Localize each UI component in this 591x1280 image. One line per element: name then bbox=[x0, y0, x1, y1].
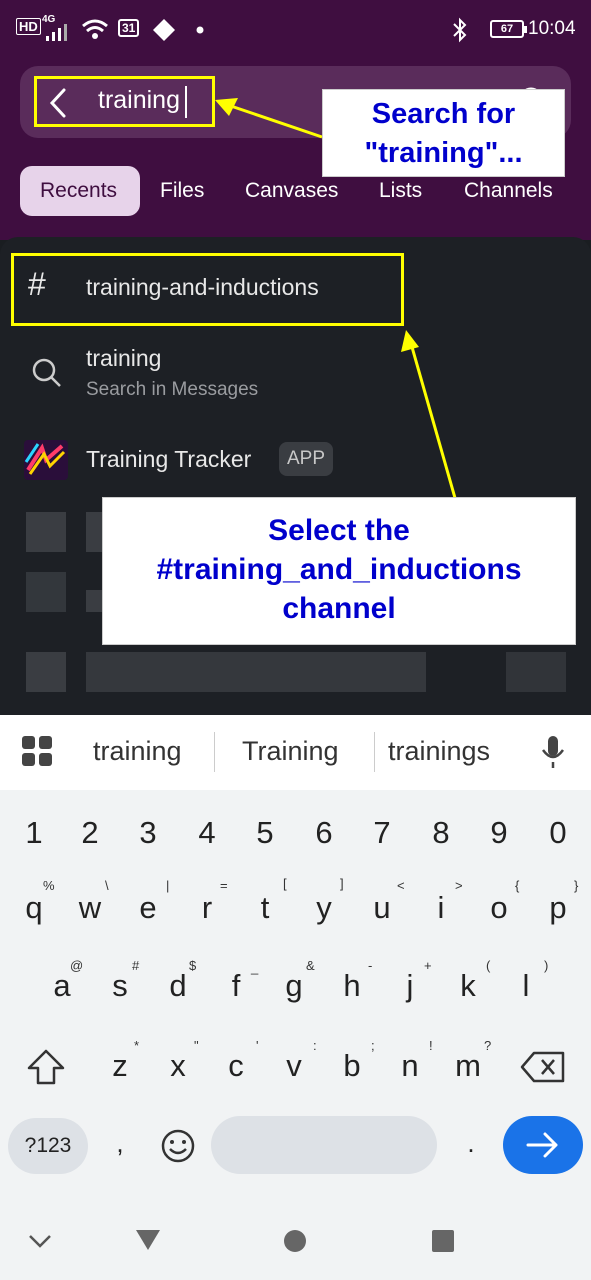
key-c[interactable]: c bbox=[210, 1036, 262, 1096]
search-callout: Search for "training"... bbox=[322, 89, 565, 177]
key-j-alt: + bbox=[424, 958, 432, 973]
suggestion-2[interactable]: Training bbox=[242, 736, 339, 767]
key-0[interactable]: 0 bbox=[532, 803, 584, 863]
key-h-alt: - bbox=[368, 958, 373, 973]
key-t-alt: [ bbox=[283, 876, 287, 891]
suggestion-divider bbox=[374, 732, 375, 772]
space-bar[interactable] bbox=[211, 1116, 437, 1174]
key-z-alt: * bbox=[134, 1038, 140, 1053]
backspace-icon[interactable] bbox=[520, 1050, 566, 1084]
apps-grid-icon[interactable] bbox=[22, 736, 54, 768]
emoji-icon[interactable] bbox=[160, 1128, 196, 1164]
key-y-alt: ] bbox=[340, 876, 344, 891]
key-o-alt: { bbox=[515, 878, 520, 893]
key-k-alt: ( bbox=[486, 958, 491, 973]
key-r-alt: = bbox=[220, 878, 228, 893]
key-w-alt: \ bbox=[105, 878, 109, 893]
home-nav-icon[interactable] bbox=[282, 1228, 308, 1254]
key-6[interactable]: 6 bbox=[298, 803, 350, 863]
key-e-alt: | bbox=[166, 878, 170, 893]
key-5[interactable]: 5 bbox=[239, 803, 291, 863]
key-9[interactable]: 9 bbox=[473, 803, 525, 863]
key-4[interactable]: 4 bbox=[181, 803, 233, 863]
key-b-alt: ; bbox=[371, 1038, 375, 1053]
key-v-alt: : bbox=[313, 1038, 317, 1053]
suggestion-divider bbox=[214, 732, 215, 772]
key-f-alt: _ bbox=[251, 960, 259, 975]
arrow-right-icon bbox=[526, 1132, 558, 1158]
shift-icon[interactable] bbox=[26, 1048, 66, 1086]
key-c-alt: ' bbox=[256, 1038, 259, 1053]
hide-keyboard-icon[interactable] bbox=[28, 1232, 52, 1250]
key-n-alt: ! bbox=[429, 1038, 433, 1053]
key-d-alt: $ bbox=[189, 958, 197, 973]
key-q-alt: % bbox=[43, 878, 55, 893]
key-2[interactable]: 2 bbox=[64, 803, 116, 863]
key-3[interactable]: 3 bbox=[122, 803, 174, 863]
suggestion-1[interactable]: training bbox=[93, 736, 182, 767]
back-nav-icon[interactable] bbox=[134, 1228, 162, 1252]
key-p-alt: } bbox=[574, 878, 579, 893]
symbols-key[interactable]: ?123 bbox=[8, 1118, 88, 1174]
key-8[interactable]: 8 bbox=[415, 803, 467, 863]
key-m-alt: ? bbox=[484, 1038, 492, 1053]
key-l-alt: ) bbox=[544, 958, 549, 973]
suggestion-3[interactable]: trainings bbox=[388, 736, 490, 767]
period-key[interactable]: . bbox=[459, 1128, 483, 1168]
key-s-alt: # bbox=[132, 958, 140, 973]
key-a-alt: @ bbox=[70, 958, 84, 973]
key-i-alt: > bbox=[455, 878, 463, 893]
recents-nav-icon[interactable] bbox=[430, 1228, 456, 1254]
key-1[interactable]: 1 bbox=[8, 803, 60, 863]
key-g-alt: & bbox=[306, 958, 315, 973]
key-u-alt: < bbox=[397, 878, 405, 893]
select-callout: Select the #training_and_inductions chan… bbox=[102, 497, 576, 645]
microphone-icon[interactable] bbox=[540, 734, 566, 770]
comma-key[interactable]: , bbox=[108, 1128, 132, 1168]
key-7[interactable]: 7 bbox=[356, 803, 408, 863]
key-x-alt: " bbox=[194, 1038, 199, 1053]
